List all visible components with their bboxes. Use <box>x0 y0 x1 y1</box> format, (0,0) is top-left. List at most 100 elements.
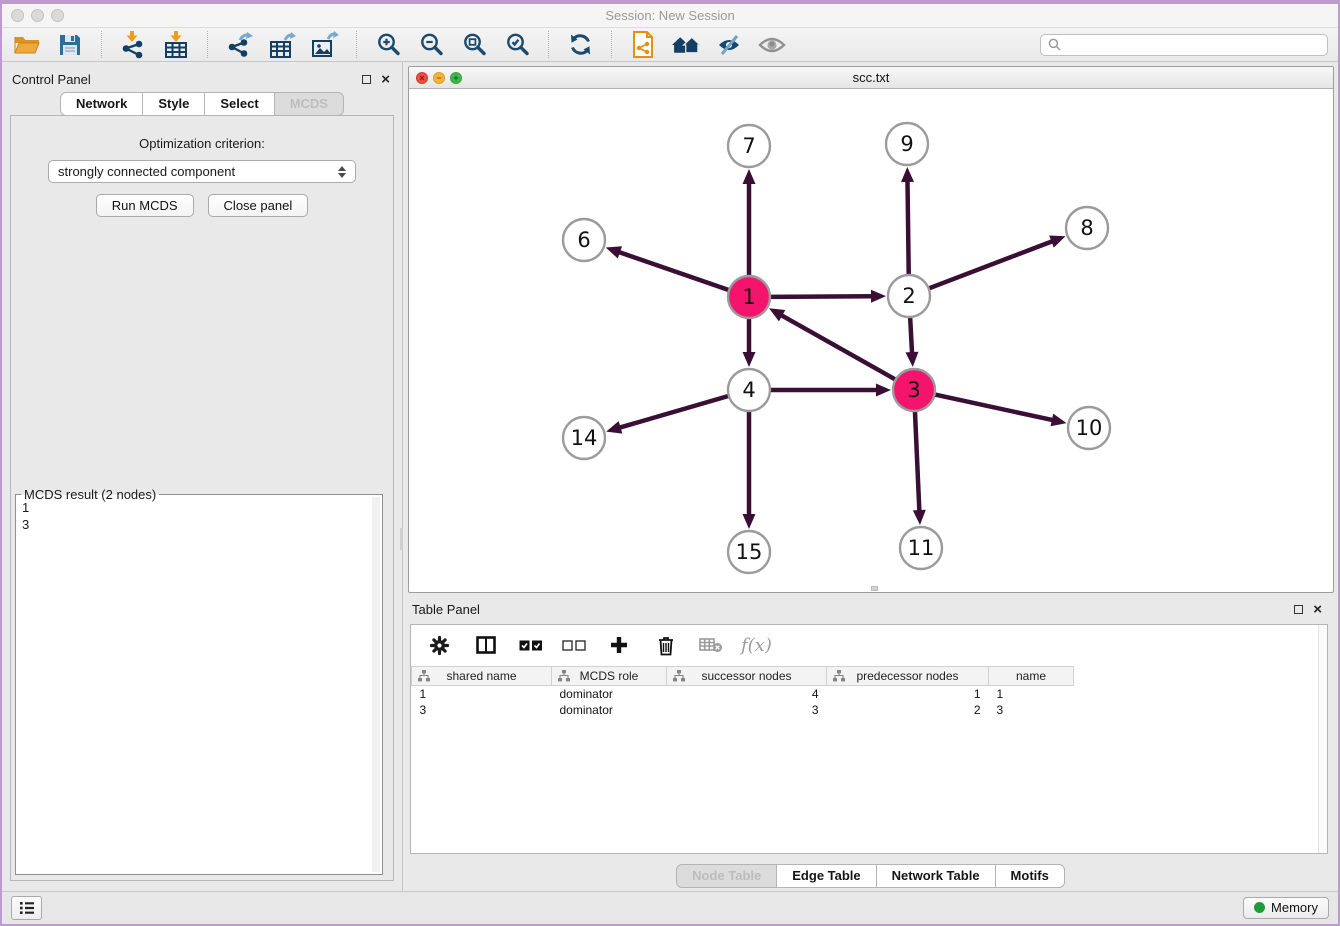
column-header[interactable]: MCDS role <box>552 667 667 686</box>
add-column-button[interactable] <box>604 630 634 660</box>
table-cell[interactable]: 1 <box>827 686 989 702</box>
graphics-details-button[interactable] <box>757 30 787 60</box>
function-builder-button[interactable]: f(x) <box>741 635 772 656</box>
zoom-selected-button[interactable] <box>502 30 532 60</box>
table-cell[interactable]: 3 <box>989 702 1074 718</box>
tab-node-table[interactable]: Node Table <box>676 864 777 888</box>
show-hide-graphics-button[interactable] <box>714 30 744 60</box>
canvas-resize-handle[interactable] <box>871 586 878 591</box>
right-area: × − + scc.txt 7968124314101511 Table Pan… <box>403 62 1338 891</box>
deselect-all-button[interactable] <box>561 630 587 660</box>
export-network-button[interactable] <box>224 30 254 60</box>
graph-edge-3-1[interactable] <box>780 315 895 380</box>
criterion-select[interactable]: strongly connected component <box>48 160 356 183</box>
float-table-panel-icon[interactable] <box>1294 605 1303 614</box>
table-scrollbar[interactable] <box>1318 625 1327 853</box>
close-panel-button[interactable]: Close panel <box>208 194 309 217</box>
result-scrollbar[interactable] <box>372 497 380 872</box>
graph-edge-arrowhead <box>606 421 622 433</box>
graph-edge-1-2[interactable] <box>770 296 873 297</box>
search-input[interactable] <box>1065 36 1320 53</box>
open-session-button[interactable] <box>12 30 42 60</box>
table-cell[interactable]: 4 <box>667 686 827 702</box>
table-row[interactable]: 1dominator411 <box>412 686 1074 702</box>
export-image-icon <box>311 31 339 58</box>
column-header[interactable]: successor nodes <box>667 667 827 686</box>
zoom-in-button[interactable] <box>373 30 403 60</box>
graph-edge-arrowhead <box>901 167 914 182</box>
zoom-out-button[interactable] <box>416 30 446 60</box>
delete-column-button[interactable] <box>651 630 681 660</box>
network-minimize-button[interactable]: − <box>433 72 445 84</box>
search-icon <box>1048 38 1061 51</box>
column-header[interactable]: shared name <box>412 667 552 686</box>
table-settings-button[interactable] <box>424 630 454 660</box>
select-all-button[interactable] <box>518 630 544 660</box>
open-in-web-button[interactable] <box>628 30 658 60</box>
show-columns-button[interactable] <box>471 630 501 660</box>
table-panel-tabs: Node Table Edge Table Network Table Moti… <box>403 864 1338 888</box>
network-maximize-button[interactable]: + <box>450 72 462 84</box>
delete-table-button[interactable] <box>698 630 724 660</box>
tab-style[interactable]: Style <box>143 92 205 116</box>
memory-button[interactable]: Memory <box>1243 897 1329 919</box>
apply-layout-button[interactable] <box>565 30 595 60</box>
graph-edge-1-6[interactable] <box>618 252 729 290</box>
fit-content-button[interactable] <box>459 30 489 60</box>
graph-edge-2-9[interactable] <box>907 180 908 275</box>
plus-icon <box>609 635 629 655</box>
import-table-button[interactable] <box>161 30 191 60</box>
graph-edge-3-10[interactable] <box>935 395 1054 421</box>
graph-edge-2-8[interactable] <box>929 241 1053 288</box>
column-header[interactable]: predecessor nodes <box>827 667 989 686</box>
network-close-button[interactable]: × <box>416 72 428 84</box>
close-window-button[interactable] <box>11 9 24 22</box>
run-mcds-button[interactable]: Run MCDS <box>96 194 194 217</box>
tab-network-table[interactable]: Network Table <box>877 864 996 888</box>
close-table-panel-icon[interactable]: × <box>1313 605 1322 615</box>
tab-mcds[interactable]: MCDS <box>275 92 344 116</box>
import-table-icon <box>163 31 189 59</box>
task-history-button[interactable] <box>11 896 42 920</box>
table-row[interactable]: 3dominator323 <box>412 702 1074 718</box>
zoom-in-icon <box>376 32 401 57</box>
graph-edge-2-3[interactable] <box>910 317 912 354</box>
minimize-window-button[interactable] <box>31 9 44 22</box>
table-cell[interactable]: 3 <box>412 702 552 718</box>
eye-icon <box>758 35 786 55</box>
tab-network[interactable]: Network <box>60 92 143 116</box>
table-cell[interactable]: 2 <box>827 702 989 718</box>
export-table-button[interactable] <box>267 30 297 60</box>
table-cell[interactable]: 3 <box>667 702 827 718</box>
web-document-share-icon <box>632 31 654 58</box>
table-cell[interactable]: 1 <box>989 686 1074 702</box>
export-image-button[interactable] <box>310 30 340 60</box>
zoom-window-button[interactable] <box>51 9 64 22</box>
save-floppy-icon <box>58 33 82 57</box>
import-network-button[interactable] <box>118 30 148 60</box>
network-graph[interactable]: 7968124314101511 <box>409 89 1332 592</box>
mcds-result-text[interactable]: 1 3 <box>18 497 371 872</box>
tab-edge-table[interactable]: Edge Table <box>777 864 876 888</box>
graph-edge-4-14[interactable] <box>619 396 729 428</box>
column-header[interactable]: name <box>989 667 1074 686</box>
gear-icon <box>429 635 450 656</box>
graph-edge-3-11[interactable] <box>915 411 919 512</box>
table-cell[interactable]: dominator <box>552 702 667 718</box>
table-cell[interactable]: 1 <box>412 686 552 702</box>
network-canvas[interactable]: 7968124314101511 <box>409 89 1333 592</box>
float-panel-icon[interactable] <box>362 75 371 84</box>
graph-node-label: 10 <box>1076 416 1103 440</box>
tab-motifs[interactable]: Motifs <box>996 864 1065 888</box>
table-cell[interactable]: dominator <box>552 686 667 702</box>
graph-edge-arrowhead <box>871 290 886 303</box>
close-panel-icon[interactable]: × <box>381 75 390 85</box>
table-panel-title: Table Panel <box>412 602 480 617</box>
trash-icon <box>657 635 675 656</box>
tab-select[interactable]: Select <box>205 92 274 116</box>
home-button[interactable] <box>671 30 701 60</box>
node-table-body: 1dominator4113dominator323 <box>412 686 1074 718</box>
columns-icon <box>476 636 496 654</box>
search-box[interactable] <box>1040 34 1328 56</box>
save-session-button[interactable] <box>55 30 85 60</box>
